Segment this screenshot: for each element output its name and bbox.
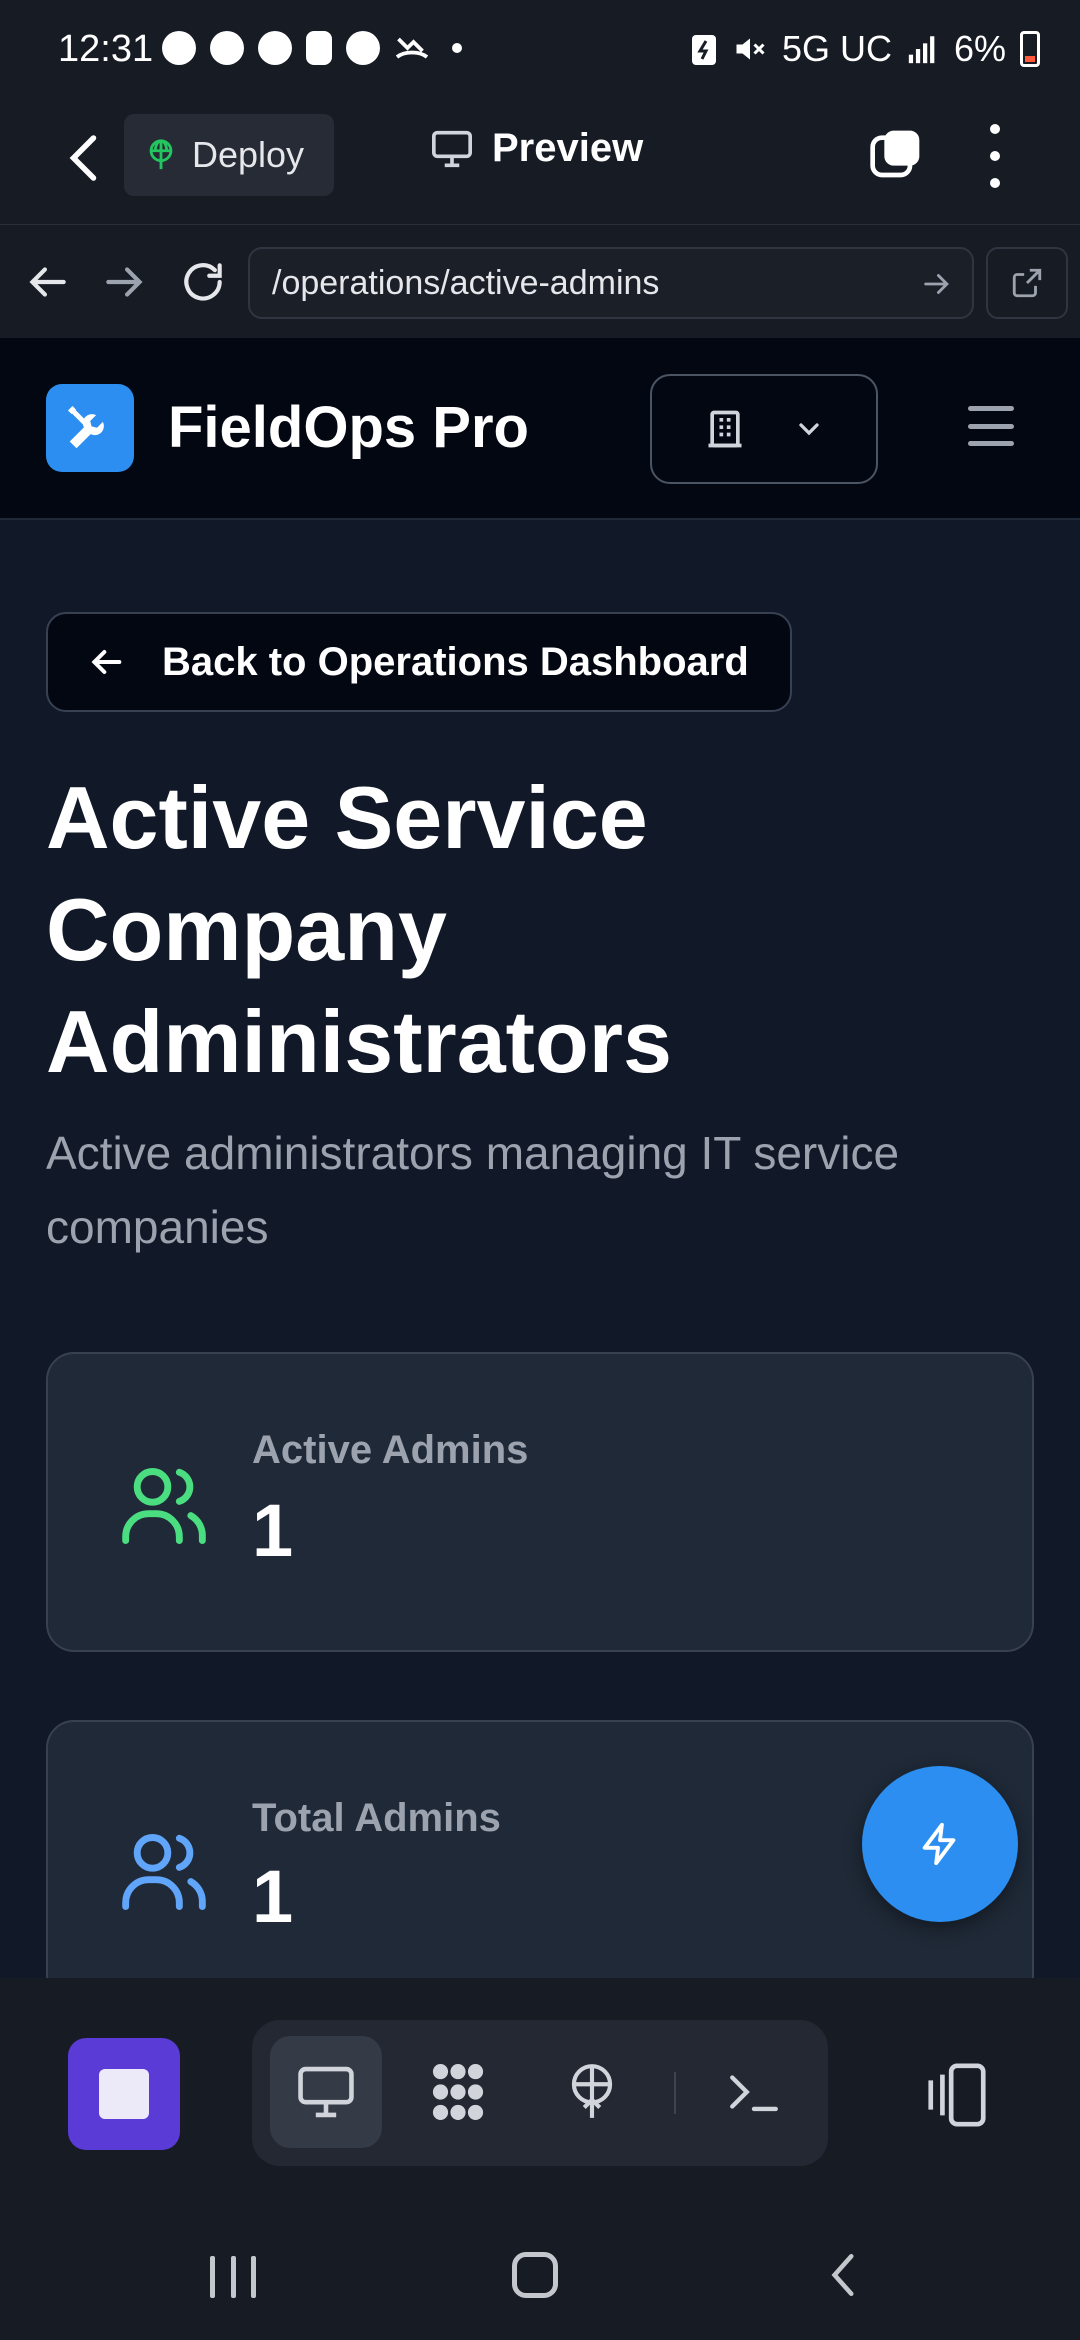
mute-icon <box>736 38 765 60</box>
reload-icon[interactable] <box>178 257 228 307</box>
tools-icon <box>67 405 104 449</box>
status-time: 12:31 <box>58 28 154 70</box>
notification-icons <box>162 30 462 66</box>
network-type: 5G UC <box>781 28 892 69</box>
preview-tab[interactable]: Preview <box>430 126 643 171</box>
stop-button[interactable] <box>68 2038 180 2150</box>
recent-apps-icon[interactable] <box>210 2256 256 2298</box>
tool-terminal[interactable] <box>698 2036 810 2148</box>
stat-label: Total Admins <box>252 1796 501 1840</box>
more-options-icon[interactable] <box>980 124 1010 188</box>
company-selector[interactable] <box>650 374 878 484</box>
tool-group <box>252 2020 828 2166</box>
home-icon[interactable] <box>512 2252 558 2298</box>
system-back-icon[interactable] <box>820 2250 870 2300</box>
grid-icon <box>432 2064 484 2120</box>
url-field[interactable]: /operations/active-admins <box>248 247 974 319</box>
chevron-down-icon <box>799 423 819 436</box>
tabs-icon[interactable] <box>868 126 924 182</box>
monitor-icon <box>298 2066 354 2118</box>
users-icon <box>122 1468 206 1544</box>
device-toggle-icon[interactable] <box>922 2060 992 2130</box>
browser-back-icon[interactable] <box>22 257 72 307</box>
users-icon <box>122 1834 206 1910</box>
app-bar: Deploy Preview <box>0 104 1080 224</box>
page-subtitle: Active administrators managing IT servic… <box>46 1127 900 1253</box>
active-admins-card: Active Admins 1 <box>46 1352 1034 1652</box>
missed-call-icon <box>395 37 429 59</box>
open-external-button[interactable] <box>986 247 1068 319</box>
battery-percent: 6% <box>953 28 1006 69</box>
deploy-icon <box>149 139 173 170</box>
messenger-icon <box>258 31 292 65</box>
messenger-icon <box>346 31 380 65</box>
preview-label: Preview <box>492 126 644 170</box>
messenger-icon <box>162 31 196 65</box>
monitor-icon <box>432 130 472 167</box>
brand-name: FieldOps Pro <box>168 395 529 460</box>
url-text: /operations/active-admins <box>272 263 660 302</box>
browser-bar: /operations/active-admins <box>0 224 1080 338</box>
status-bar: 12:31 5G UC 6% <box>0 0 1080 104</box>
stop-icon <box>99 2069 149 2119</box>
lightning-icon <box>922 1822 956 1866</box>
stat-label: Active Admins <box>252 1428 529 1472</box>
back-label: Back to Operations Dashboard <box>162 639 749 684</box>
back-to-dashboard-button[interactable]: Back to Operations Dashboard <box>46 612 792 712</box>
tool-modules[interactable] <box>402 2036 514 2148</box>
go-arrow-icon[interactable] <box>920 267 954 301</box>
browser-forward-icon[interactable] <box>100 257 150 307</box>
bottom-toolbar <box>0 1978 1080 2196</box>
deploy-button[interactable]: Deploy <box>124 114 334 196</box>
toolbar-divider <box>674 2072 676 2114</box>
app-logo[interactable] <box>46 384 134 472</box>
external-link-icon <box>1012 268 1042 298</box>
battery-saver-icon <box>691 35 716 65</box>
back-arrow-icon[interactable] <box>56 128 116 188</box>
arrow-left-icon <box>91 650 122 674</box>
building-icon <box>708 410 742 448</box>
menu-icon[interactable] <box>968 406 1014 446</box>
deploy-label: Deploy <box>192 134 305 175</box>
deploy-icon <box>571 2064 613 2118</box>
more-notifications-dot <box>452 43 462 53</box>
stat-value: 1 <box>252 1489 294 1572</box>
battery-icon <box>1020 31 1040 67</box>
tool-deploy[interactable] <box>536 2036 648 2148</box>
page-title: Active Service Company Administrators <box>46 768 672 1091</box>
tool-preview[interactable] <box>270 2036 382 2148</box>
messenger-icon <box>210 31 244 65</box>
alert-icon <box>306 31 332 65</box>
quick-action-button[interactable] <box>862 1766 1018 1922</box>
stat-value: 1 <box>252 1855 294 1938</box>
system-indicators: 5G UC 6% <box>690 28 1040 70</box>
signal-icon <box>908 36 935 64</box>
terminal-icon <box>730 2075 778 2112</box>
site-header: FieldOps Pro <box>0 338 1080 520</box>
system-nav-bar <box>0 2188 1080 2340</box>
